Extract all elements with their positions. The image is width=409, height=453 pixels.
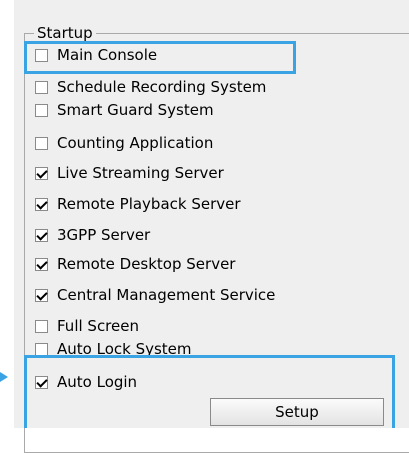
auto-lock-system-label: Auto Lock System: [57, 343, 192, 355]
main-console-highlight: [24, 41, 296, 74]
central-management-service-option[interactable]: Central Management Service: [35, 285, 275, 305]
counting-application-checkbox[interactable]: [35, 136, 48, 150]
auto-login-highlight: [24, 355, 395, 428]
auto-lock-system-checkbox[interactable]: [35, 343, 48, 355]
schedule-recording-system-option[interactable]: Schedule Recording System: [35, 77, 266, 97]
3gpp-server-checkbox[interactable]: [35, 228, 48, 242]
schedule-recording-system-label: Schedule Recording System: [57, 78, 267, 96]
remote-desktop-server-checkbox[interactable]: [35, 257, 48, 271]
remote-playback-server-label: Remote Playback Server: [57, 195, 241, 213]
central-management-service-label: Central Management Service: [57, 286, 276, 304]
counting-application-label: Counting Application: [57, 134, 214, 152]
pointer-arrow-icon: [0, 372, 8, 382]
live-streaming-server-label: Live Streaming Server: [57, 164, 224, 182]
startup-group-title: Startup: [34, 24, 96, 42]
3gpp-server-option[interactable]: 3GPP Server: [35, 225, 150, 245]
smart-guard-system-label: Smart Guard System: [57, 101, 214, 119]
3gpp-server-label: 3GPP Server: [57, 226, 151, 244]
remote-desktop-server-option[interactable]: Remote Desktop Server: [35, 254, 235, 274]
remote-playback-server-checkbox[interactable]: [35, 197, 48, 211]
full-screen-option[interactable]: Full Screen: [35, 316, 139, 336]
smart-guard-system-option[interactable]: Smart Guard System: [35, 100, 214, 120]
remote-playback-server-option[interactable]: Remote Playback Server: [35, 194, 241, 214]
auto-lock-system-option[interactable]: Auto Lock System: [35, 343, 192, 355]
live-streaming-server-checkbox[interactable]: [35, 166, 48, 180]
schedule-recording-system-checkbox[interactable]: [35, 80, 48, 94]
counting-application-option[interactable]: Counting Application: [35, 133, 213, 153]
remote-desktop-server-label: Remote Desktop Server: [57, 255, 236, 273]
smart-guard-system-checkbox[interactable]: [35, 103, 48, 117]
full-screen-label: Full Screen: [57, 317, 139, 335]
full-screen-checkbox[interactable]: [35, 319, 48, 333]
live-streaming-server-option[interactable]: Live Streaming Server: [35, 163, 224, 183]
central-management-service-checkbox[interactable]: [35, 288, 48, 302]
